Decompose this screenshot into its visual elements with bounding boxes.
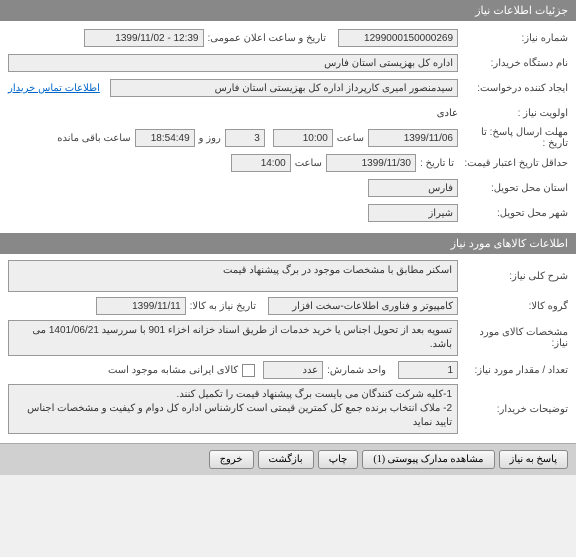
buyer-notes-value: 1-کلیه شرکت کنندگان می بایست برگ پیشنهاد… [8,384,458,434]
requester-value: سیدمنصور امیری کارپرداز اداره کل بهزیستی… [110,79,458,97]
qty-label: تعداد / مقدار مورد نیاز: [458,365,568,376]
pub-datetime-label: تاریخ و ساعت اعلان عمومی: [204,33,331,44]
deliver-province-label: استان محل تحویل: [458,183,568,194]
remain-days-value: 3 [225,129,265,147]
button-bar: پاسخ به نیاز مشاهده مدارک پیوستی (1) چاپ… [0,443,576,475]
remain-time-value: 18:54:49 [135,129,195,147]
exit-button[interactable]: خروج [209,450,254,469]
general-desc-label: شرح کلی نیاز: [458,271,568,282]
time-label-1: ساعت [333,133,368,144]
to-date-label-2: تا تاریخ : [416,158,458,169]
pub-datetime-value: 12:39 - 1399/11/02 [84,29,204,47]
response-date-value: 1399/11/06 [368,129,458,147]
unit-value: عدد [263,361,323,379]
need-info-header: جزئیات اطلاعات نیاز [0,0,576,21]
buyer-contact-link[interactable]: اطلاعات تماس خریدار [8,83,100,94]
spec-value: تسویه بعد از تحویل اجناس یا خرید خدمات ا… [8,320,458,356]
iran-goods-label: کالای ایرانی مشابه موجود است [104,365,242,376]
reply-button[interactable]: پاسخ به نیاز [499,450,569,469]
priority-value: عادی [437,108,458,119]
goods-info-form: شرح کلی نیاز: اسکنر مطابق با مشخصات موجو… [0,254,576,443]
min-credit-label: حداقل تاریخ اعتبار قیمت: [458,158,568,169]
print-button[interactable]: چاپ [318,450,359,469]
days-and-label: روز و [195,133,225,144]
remain-suffix-label: ساعت باقی مانده [53,133,134,144]
spec-label: مشخصات کالای مورد نیاز: [458,327,568,349]
requester-label: ایجاد کننده درخواست: [458,83,568,94]
credit-date-value: 1399/11/30 [326,154,416,172]
need-info-form: شماره نیاز: 1299000150000269 تاریخ و ساع… [0,21,576,233]
group-value: کامپیوتر و فناوری اطلاعات-سخت افزار [268,297,458,315]
buyer-org-label: نام دستگاه خریدار: [458,58,568,69]
buyer-notes-label: توضیحات خریدار: [458,404,568,415]
response-deadline-label: مهلت ارسال پاسخ: تا تاریخ : [458,127,568,149]
buyer-org-value: اداره کل بهزیستی استان فارس [8,54,458,72]
need-number-value: 1299000150000269 [338,29,458,47]
time-label-2: ساعت [291,158,326,169]
need-to-date-value: 1399/11/11 [96,297,186,315]
need-number-label: شماره نیاز: [458,33,568,44]
goods-info-header: اطلاعات کالاهای مورد نیاز [0,233,576,254]
deliver-city-value: شیراز [368,204,458,222]
attachments-button[interactable]: مشاهده مدارک پیوستی (1) [362,450,494,469]
iran-goods-checkbox[interactable] [242,364,255,377]
unit-label: واحد شمارش: [323,365,390,376]
response-time-value: 10:00 [273,129,333,147]
need-to-date-label: تاریخ نیاز به کالا: [186,301,260,312]
priority-label: اولویت نیاز : [458,108,568,119]
general-desc-value: اسکنر مطابق با مشخصات موجود در برگ پیشنه… [8,260,458,292]
deliver-province-value: فارس [368,179,458,197]
qty-value: 1 [398,361,458,379]
back-button[interactable]: بازگشت [258,450,314,469]
credit-time-value: 14:00 [231,154,291,172]
group-label: گروه کالا: [458,301,568,312]
deliver-city-label: شهر محل تحویل: [458,208,568,219]
